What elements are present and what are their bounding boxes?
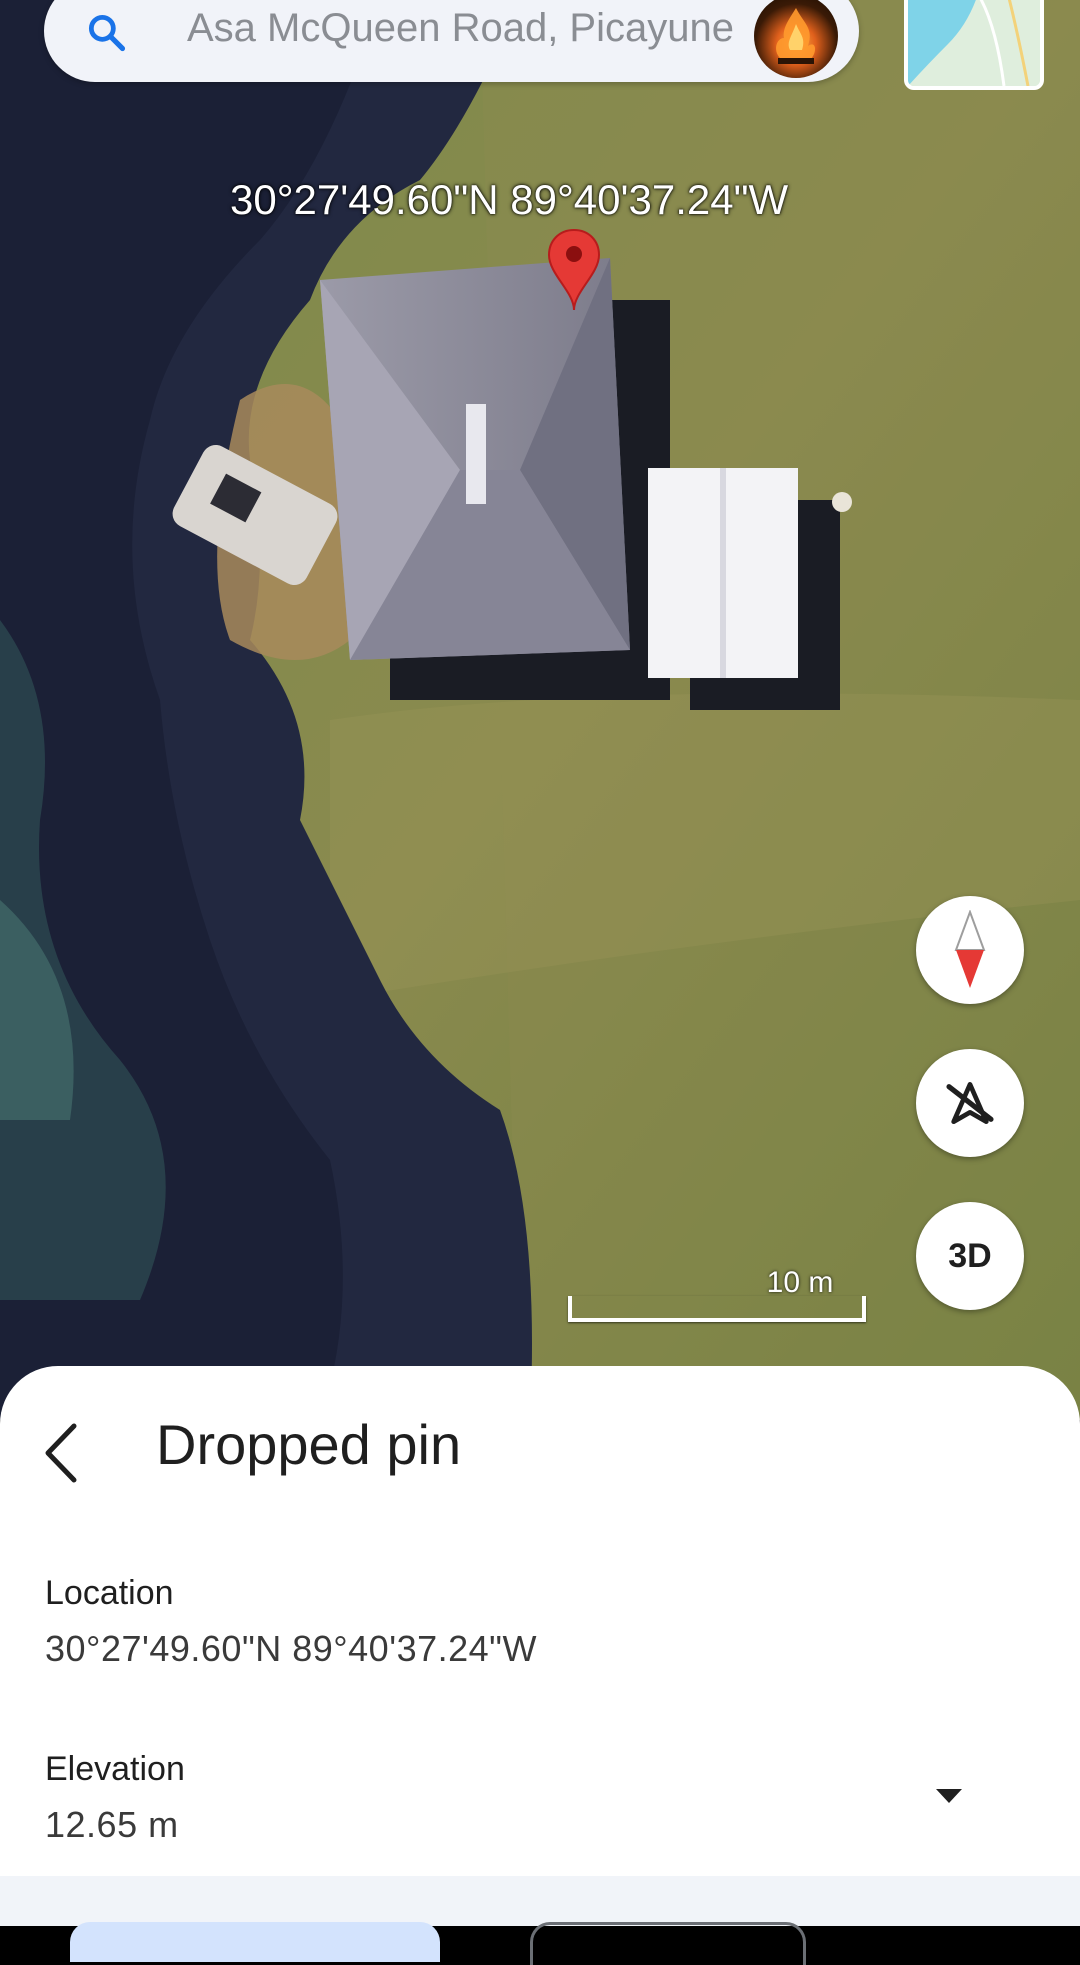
sheet-title: Dropped pin (156, 1413, 462, 1476)
compass-button[interactable] (916, 896, 1024, 1004)
sheet-action-bar (0, 1876, 1080, 1965)
3d-button[interactable]: 3D (916, 1202, 1024, 1310)
map-coordinates-label: 30°27'49.60"N 89°40'37.24"W (230, 176, 789, 223)
dropdown-arrow-icon[interactable] (934, 1786, 964, 1806)
map-thumbnail-icon (908, 0, 1040, 86)
compass-icon (954, 910, 986, 988)
avatar[interactable] (754, 0, 838, 78)
elevation-label: Elevation (45, 1750, 185, 1788)
primary-action-button[interactable] (70, 1922, 440, 1962)
scale-label: 10 m (766, 1266, 834, 1299)
fire-avatar-image (776, 8, 816, 64)
scale-bar (568, 1296, 866, 1322)
secondary-action-button[interactable] (530, 1922, 806, 1965)
tilt-toggle-button[interactable] (916, 1049, 1024, 1157)
dropped-pin-marker[interactable] (546, 228, 602, 312)
tilt-off-icon (946, 1082, 994, 1124)
search-icon[interactable] (84, 10, 128, 54)
location-value[interactable]: 30°27'49.60"N 89°40'37.24"W (45, 1628, 537, 1670)
map-layers-thumbnail[interactable] (904, 0, 1044, 90)
dropped-pin-sheet[interactable]: Dropped pin Location 30°27'49.60"N 89°40… (0, 1366, 1080, 1965)
search-input[interactable]: Asa McQueen Road, Picayune (187, 0, 762, 58)
elevation-value: 12.65 m (45, 1804, 179, 1845)
search-bar[interactable]: Asa McQueen Road, Picayune (44, 0, 859, 82)
back-arrow-icon[interactable] (36, 1420, 92, 1486)
location-label: Location (45, 1574, 174, 1612)
